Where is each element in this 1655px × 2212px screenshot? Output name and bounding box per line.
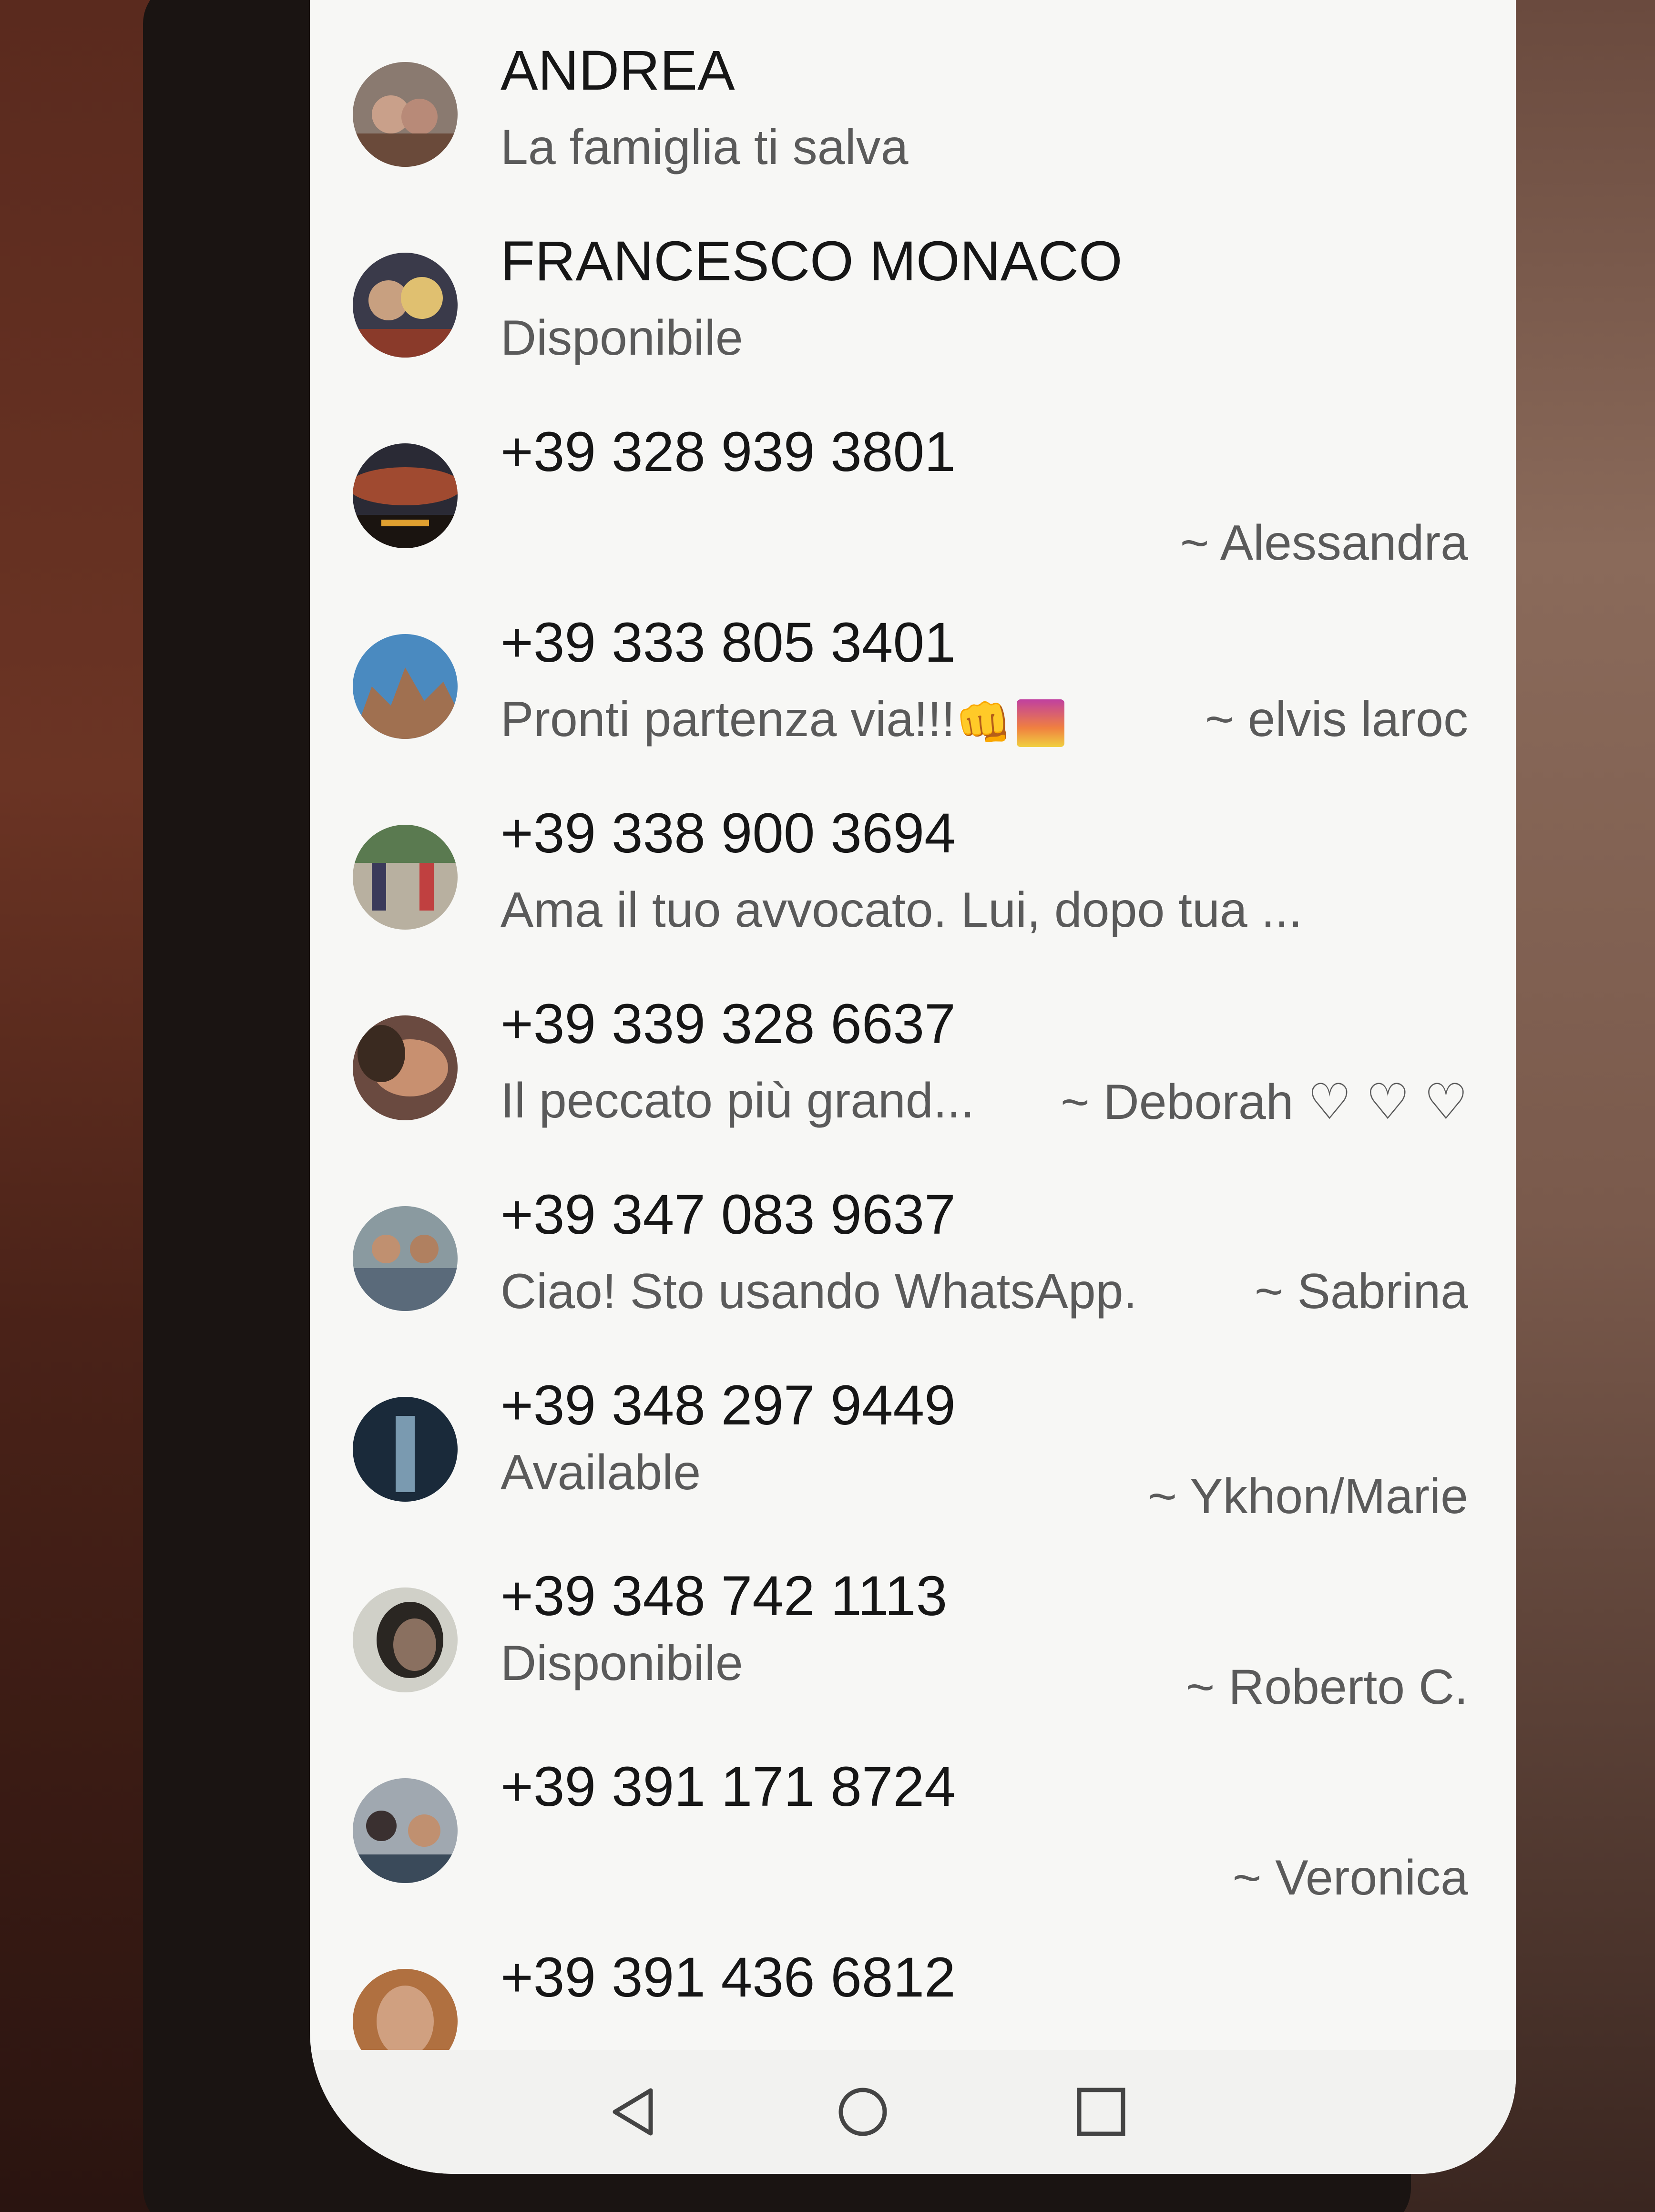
- contact-status: Il peccato più grand...: [501, 1073, 975, 1128]
- contact-avatar[interactable]: [353, 62, 458, 167]
- contact-name: FRANCESCO MONACO: [501, 230, 1123, 293]
- contact-status: Disponibile: [501, 1636, 743, 1691]
- contact-avatar[interactable]: [353, 1206, 458, 1311]
- contact-status: Ciao! Sto usando WhatsApp.: [501, 1264, 1137, 1319]
- contact-alias: ~ Alessandra: [1180, 515, 1468, 571]
- home-circle-icon[interactable]: [834, 2083, 891, 2140]
- contact-status-text: Pronti partenza via!!!: [501, 692, 955, 747]
- contact-list[interactable]: ANDREA La famiglia ti salva FRANCESCO MO…: [310, 24, 1516, 2121]
- contact-row[interactable]: +39 328 939 3801 ~ Alessandra: [310, 405, 1516, 596]
- android-navigation-bar: [310, 2050, 1516, 2174]
- fist-emoji-icon: 👊: [955, 697, 1012, 748]
- recent-square-icon[interactable]: [1073, 2083, 1130, 2140]
- contact-alias: ~ Ykhon/Marie: [1148, 1469, 1468, 1524]
- contact-name: +39 333 805 3401: [501, 611, 956, 674]
- contact-row[interactable]: ANDREA La famiglia ti salva: [310, 24, 1516, 215]
- contact-avatar[interactable]: [353, 443, 458, 548]
- contact-row[interactable]: +39 333 805 3401 Pronti partenza via!!!👊…: [310, 596, 1516, 787]
- contact-avatar[interactable]: [353, 1015, 458, 1120]
- contact-alias: ~ Roberto C.: [1185, 1659, 1468, 1715]
- contact-avatar[interactable]: [353, 253, 458, 358]
- contact-status: Pronti partenza via!!!👊: [501, 691, 1065, 750]
- contact-avatar[interactable]: [353, 1397, 458, 1502]
- contact-name: +39 391 436 6812: [501, 1946, 956, 2009]
- phone-frame: ANDREA La famiglia ti salva FRANCESCO MO…: [143, 0, 1516, 2212]
- contact-alias: ~ elvis laroc: [1205, 692, 1468, 747]
- contact-name: +39 391 171 8724: [501, 1755, 956, 1818]
- contact-row[interactable]: +39 339 328 6637 Il peccato più grand...…: [310, 977, 1516, 1168]
- contact-row[interactable]: +39 347 083 9637 Ciao! Sto usando WhatsA…: [310, 1168, 1516, 1359]
- contact-status: Available: [501, 1445, 701, 1500]
- contact-name: +39 348 297 9449: [501, 1374, 956, 1437]
- contact-avatar[interactable]: [353, 634, 458, 739]
- contact-status: La famiglia ti salva: [501, 120, 909, 175]
- contact-avatar[interactable]: [353, 1587, 458, 1692]
- contact-name: +39 347 083 9637: [501, 1183, 956, 1246]
- contact-alias: ~ Veronica: [1232, 1850, 1468, 1905]
- contact-alias: ~ Deborah ♡ ♡ ♡: [1061, 1075, 1468, 1130]
- phone-screen: ANDREA La famiglia ti salva FRANCESCO MO…: [310, 0, 1516, 2174]
- contact-row[interactable]: +39 348 297 9449 Available ~ Ykhon/Marie: [310, 1359, 1516, 1549]
- back-triangle-icon[interactable]: [605, 2083, 663, 2140]
- contact-name: +39 348 742 1113: [501, 1565, 948, 1628]
- contact-avatar[interactable]: [353, 1778, 458, 1883]
- contact-row[interactable]: +39 348 742 1113 Disponibile ~ Roberto C…: [310, 1549, 1516, 1740]
- contact-row[interactable]: FRANCESCO MONACO Disponibile: [310, 215, 1516, 405]
- contact-name: +39 338 900 3694: [501, 802, 956, 865]
- contact-avatar[interactable]: [353, 825, 458, 930]
- contact-name: ANDREA: [501, 39, 735, 102]
- sunset-emoji-icon: [1017, 699, 1065, 747]
- contact-status: Disponibile: [501, 310, 743, 366]
- contact-row[interactable]: +39 391 171 8724 ~ Veronica: [310, 1740, 1516, 1931]
- contact-alias: ~ Sabrina: [1254, 1264, 1468, 1319]
- contact-row[interactable]: +39 338 900 3694 Ama il tuo avvocato. Lu…: [310, 787, 1516, 977]
- contact-name: +39 328 939 3801: [501, 420, 956, 483]
- contact-name: +39 339 328 6637: [501, 993, 956, 1055]
- contact-status: Ama il tuo avvocato. Lui, dopo tua ...: [501, 882, 1303, 938]
